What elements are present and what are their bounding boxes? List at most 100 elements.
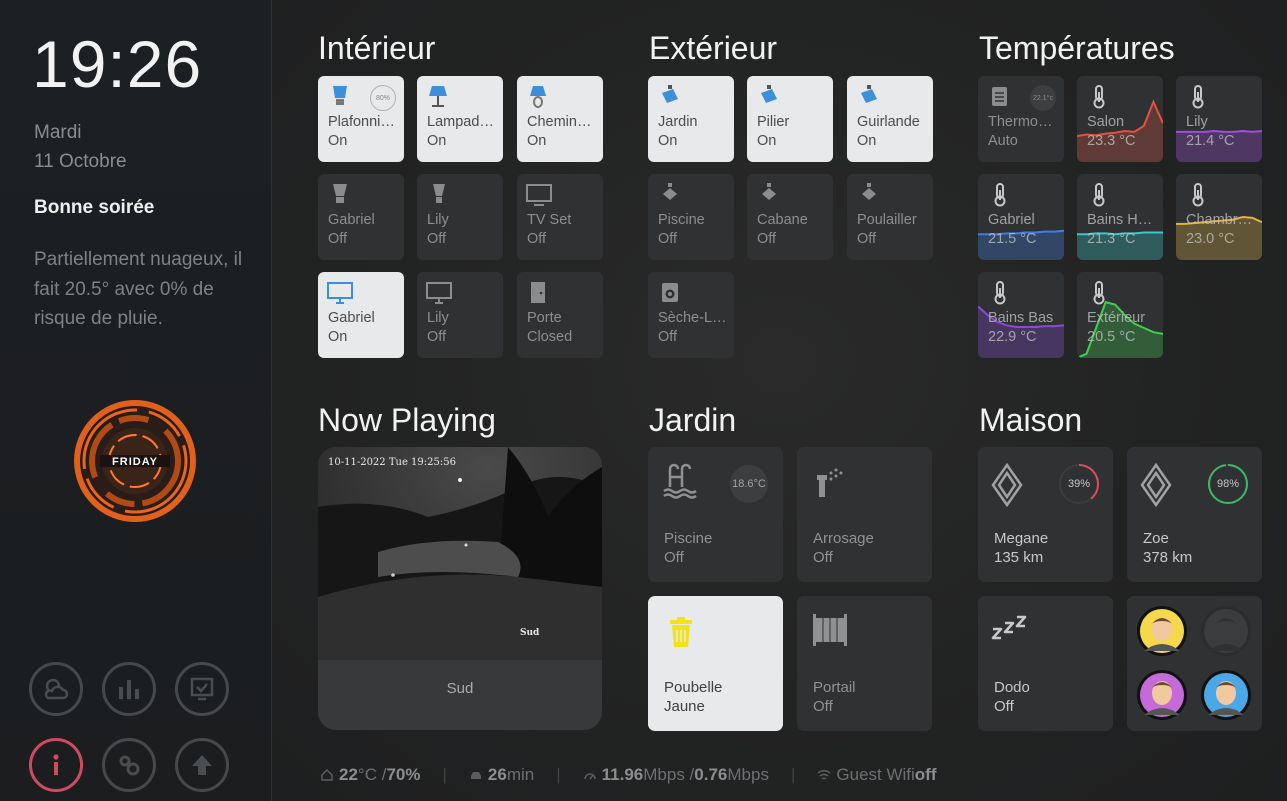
car-icon <box>470 772 481 779</box>
info-nav-button[interactable] <box>29 738 83 792</box>
tile-name: Lily <box>1186 114 1208 130</box>
tile-state: 21.4 °C <box>1186 133 1235 149</box>
tile-piscine-pool[interactable]: 18.6°C Piscine Off <box>648 447 783 582</box>
tile-cabane-light[interactable]: Cabane Off <box>747 174 833 260</box>
tile-jardin-light[interactable]: Jardin On <box>648 76 734 162</box>
weather-summary: Partiellement nuageux, il fait 20.5° ave… <box>34 249 243 329</box>
avatar[interactable] <box>1200 669 1252 721</box>
tile-portail[interactable]: Portail Off <box>797 596 932 731</box>
tile-name: Piscine <box>664 530 713 547</box>
people-tile[interactable] <box>1127 596 1262 731</box>
tile-state: On <box>658 133 678 149</box>
pool-icon <box>663 463 697 499</box>
tile-state: On <box>527 133 547 149</box>
floor-lamp-icon <box>429 86 447 107</box>
tile-tv-set[interactable]: TV Set Off <box>517 174 603 260</box>
tile-name: Gabriel <box>988 212 1035 228</box>
tile-lampadaire[interactable]: Lampad… On <box>417 76 503 162</box>
tile-dodo[interactable]: Dodo Off <box>978 596 1113 731</box>
weather-nav-button[interactable] <box>29 662 83 716</box>
weather-icon <box>44 678 69 700</box>
tile-seche-linge[interactable]: Sèche-L… Off <box>648 272 734 358</box>
tile-temp-lily[interactable]: Lily 21.4 °C <box>1176 76 1262 162</box>
tile-temp-exterieur[interactable]: Extérieur 20.5 °C <box>1077 272 1163 358</box>
settings-icon <box>119 755 140 776</box>
tile-poulailler-light[interactable]: Poulailler Off <box>847 174 933 260</box>
tile-name: Gabriel <box>328 212 375 228</box>
wifi-label: Guest Wifi <box>836 765 915 784</box>
wifi-state: off <box>914 765 937 784</box>
tile-temp-salon[interactable]: Salon 23.3 °C <box>1077 76 1163 162</box>
avatar[interactable] <box>1136 669 1188 721</box>
thermometer-icon <box>1192 183 1204 207</box>
temperature-badge: 22.1°c <box>1030 85 1056 111</box>
chart-icon <box>119 680 139 699</box>
tile-state: Off <box>813 549 833 566</box>
avatar[interactable] <box>1136 605 1188 657</box>
system-nav-button[interactable] <box>175 662 229 716</box>
camera-feed[interactable]: 10-11-2022 Tue 19:25:56 Sud <box>318 447 602 660</box>
tile-temp-bains-bas[interactable]: Bains Bas 22.9 °C <box>978 272 1064 358</box>
tile-lily-monitor[interactable]: Lily Off <box>417 272 503 358</box>
divider: | <box>556 765 561 784</box>
tile-cheminee[interactable]: Chemin… On <box>517 76 603 162</box>
camera-card[interactable]: 10-11-2022 Tue 19:25:56 Sud Sud <box>318 447 602 730</box>
date-text: 11 Octobre <box>34 151 127 172</box>
tile-porte[interactable]: Porte Closed <box>517 272 603 358</box>
tile-state: On <box>757 133 777 149</box>
tile-lily-light[interactable]: Lily Off <box>417 174 503 260</box>
thermometer-icon <box>1093 281 1105 305</box>
tile-state: On <box>427 133 447 149</box>
tile-name: Extérieur <box>1087 310 1146 326</box>
outdoor-lamp-icon <box>662 85 678 103</box>
tile-name: Sèche-L… <box>658 310 727 326</box>
date-block: Mardi 11 Octobre <box>34 118 127 176</box>
tile-name: Piscine <box>658 212 705 228</box>
tile-arrosage[interactable]: Arrosage Off <box>797 447 932 582</box>
tile-thermostat[interactable]: 22.1°c Thermo… Auto <box>978 76 1064 162</box>
tile-plafonnier[interactable]: 80% Plafonni… On <box>318 76 404 162</box>
tile-state: Auto <box>988 133 1018 149</box>
section-title-jardin: Jardin <box>649 402 737 438</box>
tile-name: Bains H… <box>1087 212 1153 228</box>
tile-name: Porte <box>527 310 562 326</box>
tile-car-zoe[interactable]: 98% Zoe 378 km <box>1127 447 1262 582</box>
tile-piscine-light[interactable]: Piscine Off <box>648 174 734 260</box>
tile-gabriel-monitor[interactable]: Gabriel On <box>318 272 404 358</box>
home-humidity-value: 70% <box>386 765 421 784</box>
outdoor-lamp-icon <box>761 85 777 103</box>
avatar[interactable] <box>1200 605 1252 657</box>
friday-logo[interactable]: FRIDAY <box>72 398 198 524</box>
tile-poubelle[interactable]: Poubelle Jaune <box>648 596 783 731</box>
ceiling-bulb-icon <box>333 86 347 105</box>
tv-icon <box>526 184 552 206</box>
bulb-icon <box>333 184 347 203</box>
tile-temp-chambre[interactable]: Chambr… 23.0 °C <box>1176 174 1262 260</box>
commute-value: 26 <box>487 765 507 784</box>
update-nav-button[interactable] <box>175 738 229 792</box>
dryer-icon <box>662 283 678 302</box>
thermostat-icon <box>992 87 1007 106</box>
stats-nav-button[interactable] <box>102 662 156 716</box>
settings-nav-button[interactable] <box>102 738 156 792</box>
tile-temp-gabriel[interactable]: Gabriel 21.5 °C <box>978 174 1064 260</box>
tile-gabriel-light[interactable]: Gabriel Off <box>318 174 404 260</box>
tile-state: Off <box>994 698 1014 715</box>
tile-temp-bains-haut[interactable]: Bains H… 21.3 °C <box>1077 174 1163 260</box>
outdoor-lamp-icon <box>663 183 677 200</box>
home-icon <box>321 768 333 781</box>
outdoor-lamp-icon <box>861 85 877 103</box>
section-title-exterieur: Extérieur <box>649 30 778 66</box>
tile-state: Off <box>527 231 547 247</box>
wifi-icon <box>817 769 831 780</box>
tile-name: Plafonni… <box>328 114 395 130</box>
section-title-maison: Maison <box>979 402 1083 438</box>
outdoor-lamp-icon <box>862 183 876 200</box>
camera-timestamp: 10-11-2022 Tue 19:25:56 <box>328 457 456 468</box>
tile-pilier-light[interactable]: Pilier On <box>747 76 833 162</box>
monitor-icon <box>426 282 452 304</box>
tile-guirlande-light[interactable]: Guirlande On <box>847 76 933 162</box>
thermometer-icon <box>1093 183 1105 207</box>
tile-car-megane[interactable]: 39% Megane 135 km <box>978 447 1113 582</box>
tile-name: Salon <box>1087 114 1125 130</box>
